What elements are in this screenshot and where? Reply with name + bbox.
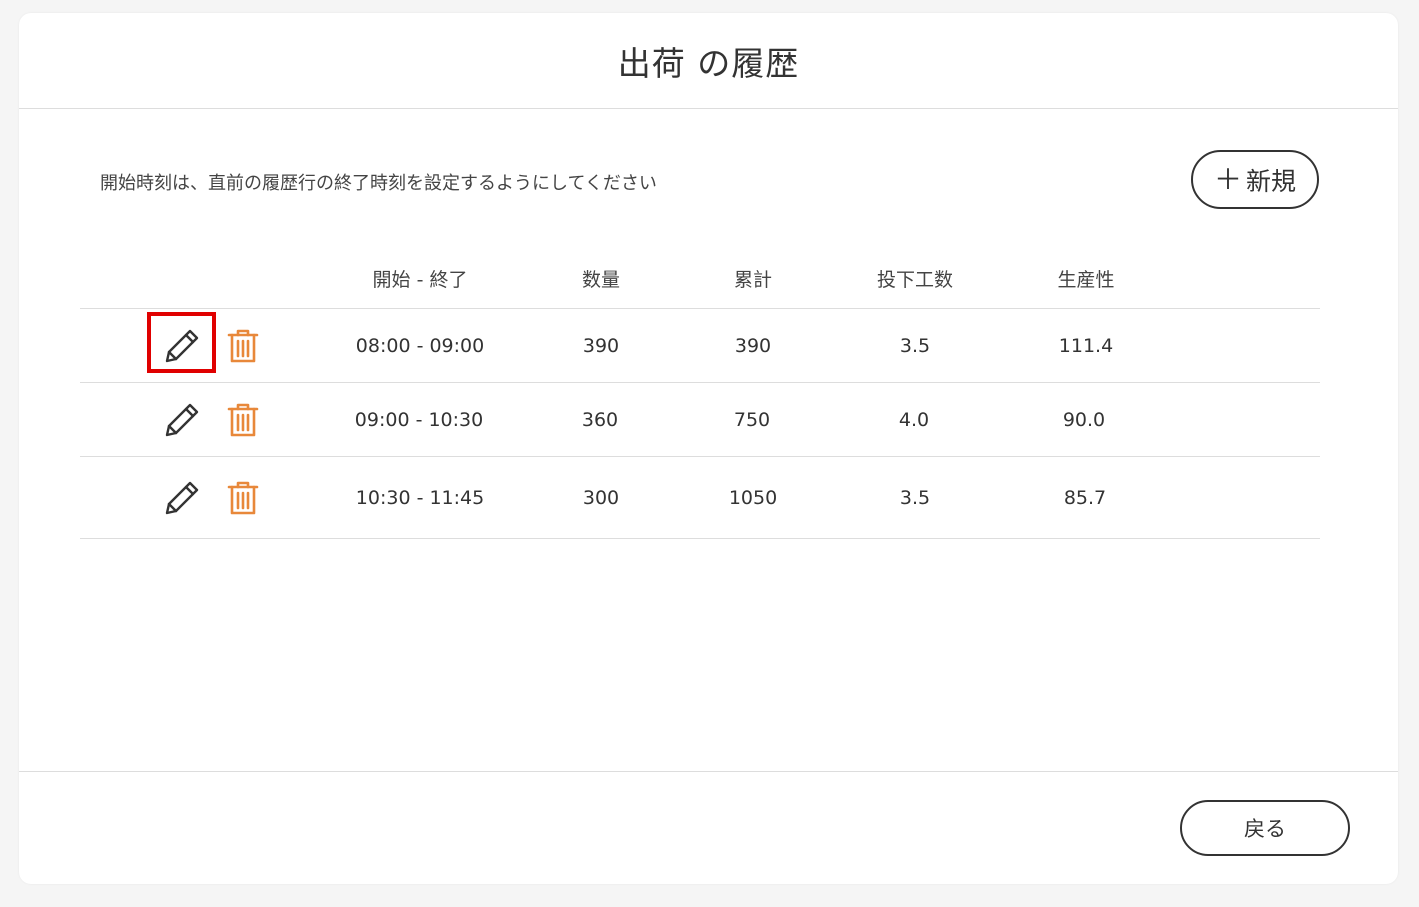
pencil-icon: [165, 481, 199, 514]
header-man-hours: 投下工数: [876, 269, 954, 291]
dialog-footer: 戻る: [19, 771, 1398, 885]
dialog-title: 出荷 の履歴: [617, 43, 800, 83]
header-quantity: 数量: [581, 269, 621, 291]
cell-quantity: 360: [581, 408, 619, 431]
dialog-header: 出荷 の履歴: [19, 13, 1398, 109]
trash-icon: [227, 329, 259, 362]
delete-button[interactable]: [223, 478, 263, 518]
cell-cumulative: 750: [733, 408, 771, 431]
delete-button[interactable]: [223, 326, 263, 366]
cell-man-hours: 4.0: [898, 408, 930, 431]
header-productivity: 生産性: [1057, 269, 1115, 291]
edit-button[interactable]: [162, 478, 202, 518]
notice-text: 開始時刻は、直前の履歴行の終了時刻を設定するようにしてください: [100, 173, 657, 194]
cell-man-hours: 3.5: [899, 486, 931, 509]
new-button[interactable]: ＋ 新規: [1191, 150, 1319, 209]
trash-icon: [227, 481, 259, 514]
header-cumulative: 累計: [733, 269, 773, 291]
table-header: 開始 - 終了 数量 累計 投下工数 生産性: [80, 253, 1320, 309]
cell-cumulative: 1050: [728, 486, 778, 509]
table-row: 09:00 - 10:30 360 750 4.0 90.0: [80, 383, 1320, 457]
edit-button[interactable]: [162, 326, 202, 366]
pencil-icon: [165, 329, 199, 362]
delete-button[interactable]: [223, 400, 263, 440]
pencil-icon: [165, 403, 199, 436]
table-row: 08:00 - 09:00 390 390 3.5 111.4: [80, 309, 1320, 383]
cell-quantity: 390: [582, 334, 620, 357]
cell-man-hours: 3.5: [899, 334, 931, 357]
cell-productivity: 111.4: [1058, 334, 1114, 357]
new-button-label: 新規: [1246, 166, 1297, 196]
cell-productivity: 90.0: [1062, 408, 1106, 431]
back-button[interactable]: 戻る: [1180, 800, 1350, 856]
cell-quantity: 300: [582, 486, 620, 509]
edit-button[interactable]: [162, 400, 202, 440]
cell-time-range: 10:30 - 11:45: [355, 486, 485, 509]
plus-icon: ＋: [1213, 162, 1242, 196]
history-table: 開始 - 終了 数量 累計 投下工数 生産性 08:00 - 09:00 390…: [80, 253, 1320, 539]
table-row: 10:30 - 11:45 300 1050 3.5 85.7: [80, 457, 1320, 539]
cell-cumulative: 390: [734, 334, 772, 357]
history-dialog: 出荷 の履歴 開始時刻は、直前の履歴行の終了時刻を設定するようにしてください ＋…: [19, 13, 1398, 884]
cell-productivity: 85.7: [1063, 486, 1107, 509]
cell-time-range: 09:00 - 10:30: [354, 408, 484, 431]
header-time-range: 開始 - 終了: [372, 269, 468, 291]
trash-icon: [227, 403, 259, 436]
cell-time-range: 08:00 - 09:00: [355, 334, 485, 357]
